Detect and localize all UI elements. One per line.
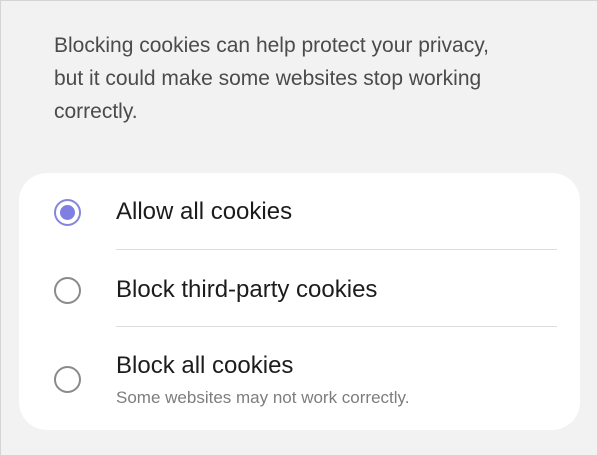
cookie-options-card: Allow all cookies Block third-party cook… xyxy=(19,173,580,430)
radio-unselected-icon[interactable] xyxy=(54,277,81,304)
description-line-2: but it could make some websites stop wor… xyxy=(54,67,482,90)
option-block-all-cookies[interactable]: Block all cookies Some websites may not … xyxy=(19,327,580,430)
option-label: Block all cookies xyxy=(116,352,294,379)
option-sublabel: Some websites may not work correctly. xyxy=(116,388,410,407)
option-block-third-party-cookies[interactable]: Block third-party cookies xyxy=(19,250,580,327)
settings-screen: Blocking cookies can help protect your p… xyxy=(0,0,598,456)
radio-selected-icon[interactable] xyxy=(54,199,81,226)
cookie-description: Blocking cookies can help protect your p… xyxy=(54,29,574,128)
option-label: Allow all cookies xyxy=(116,198,293,225)
description-line-3: correctly. xyxy=(54,100,138,123)
radio-unselected-icon[interactable] xyxy=(54,366,81,393)
option-allow-all-cookies[interactable]: Allow all cookies xyxy=(19,173,580,250)
option-label: Block third-party cookies xyxy=(116,276,378,303)
description-line-1: Blocking cookies can help protect your p… xyxy=(54,34,489,57)
